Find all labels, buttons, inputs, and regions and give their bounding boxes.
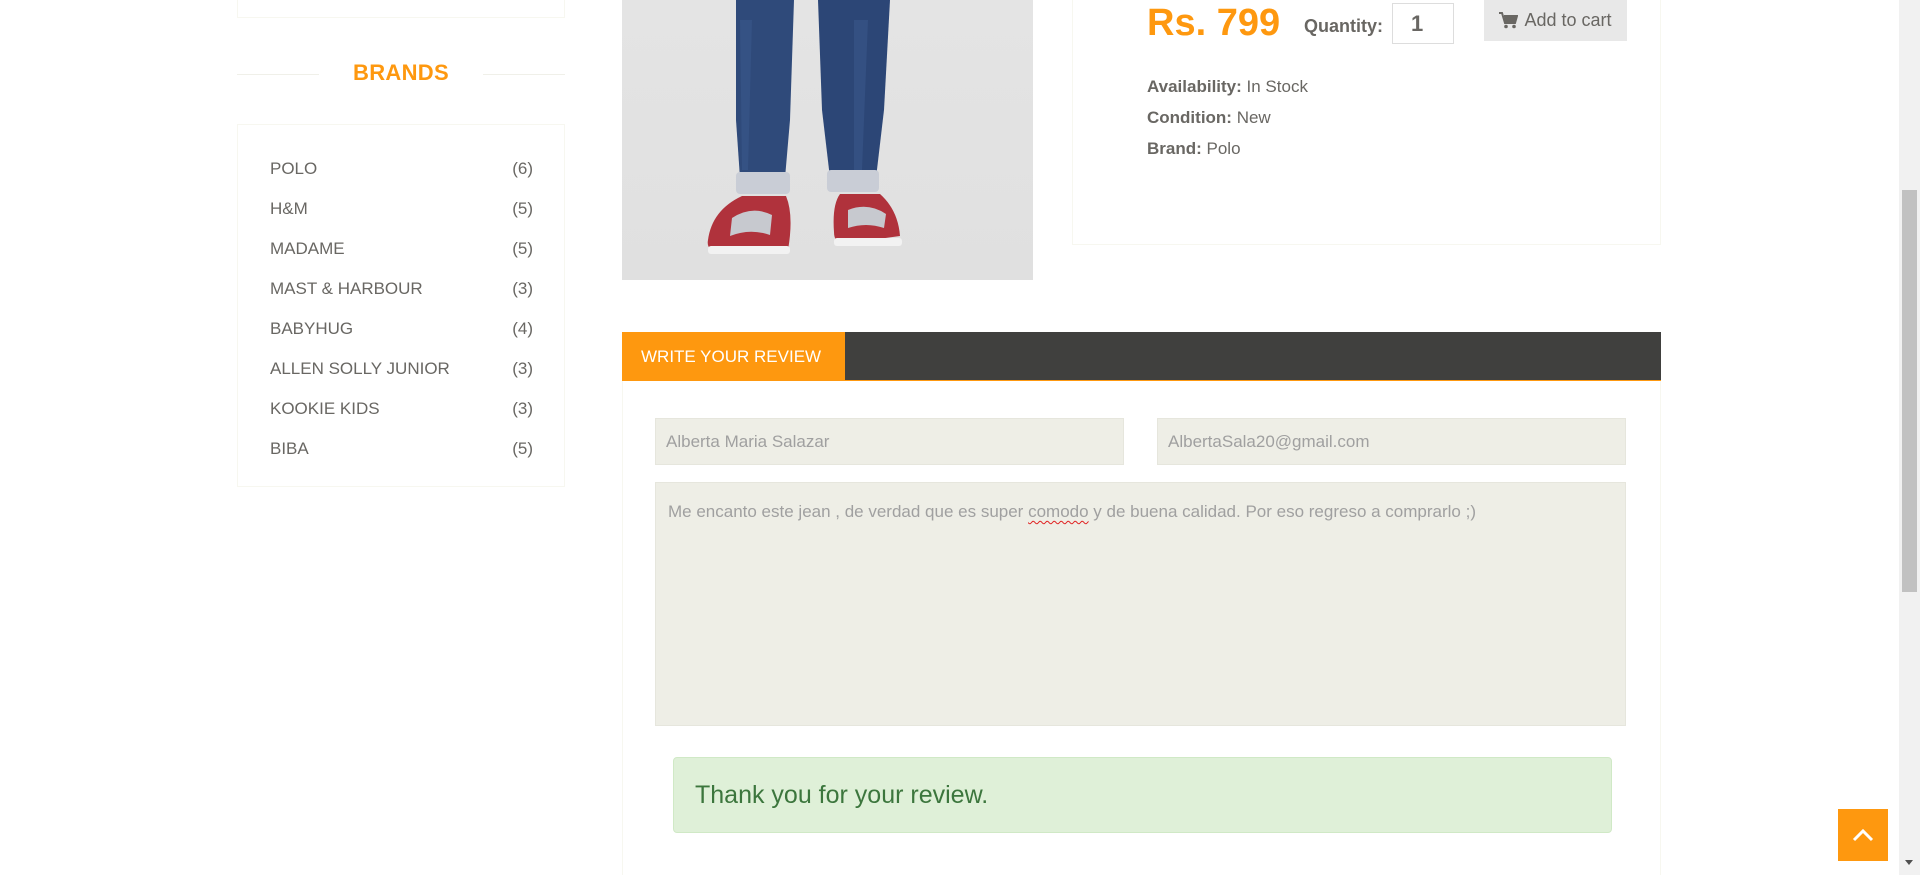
brand-item-hm[interactable]: H&M (5) (270, 189, 533, 229)
brand-item-babyhug[interactable]: BABYHUG (4) (270, 309, 533, 349)
category-panel-bottom (237, 0, 565, 18)
success-alert: Thank you for your review. (673, 757, 1612, 833)
brands-title: BRANDS (353, 60, 449, 85)
brand-item-madame[interactable]: MADAME (5) (270, 229, 533, 269)
brand-item-polo[interactable]: POLO (6) (270, 149, 533, 189)
name-input[interactable]: Alberta Maria Salazar (655, 418, 1124, 465)
scroll-to-top-button[interactable] (1838, 809, 1888, 861)
brand-item-allen-solly-junior[interactable]: ALLEN SOLLY JUNIOR (3) (270, 349, 533, 389)
brands-heading: BRANDS (237, 58, 565, 88)
brands-panel: POLO (6) H&M (5) MADAME (5) MAST & HARBOUR (… (237, 124, 565, 487)
condition-label: Condition: (1147, 108, 1232, 127)
review-tab-bar: WRITE YOUR REVIEW (622, 332, 1661, 381)
availability-row: Availability: In Stock (1147, 77, 1308, 97)
review-form: Alberta Maria Salazar AlbertaSala20@gmai… (622, 381, 1661, 875)
brand-name[interactable]: MAST & HARBOUR (270, 279, 423, 299)
product-info-panel: Rs. 799 Quantity: Add to cart Availabili… (1072, 0, 1661, 245)
brand-name[interactable]: BIBA (270, 439, 309, 459)
add-to-cart-label: Add to cart (1524, 10, 1612, 30)
brand-name[interactable]: H&M (270, 199, 308, 219)
review-text-end: y de buena calidad. Por eso regreso a co… (1088, 502, 1476, 521)
product-photo-jeans (707, 0, 902, 254)
condition-value: New (1236, 108, 1271, 127)
brand-row: Brand: Polo (1147, 139, 1241, 159)
brand-item-mast-harbour[interactable]: MAST & HARBOUR (3) (270, 269, 533, 309)
scroll-down-arrow-icon[interactable] (1905, 860, 1913, 865)
brand-count: (3) (512, 399, 533, 418)
brands-list: POLO (6) H&M (5) MADAME (5) MAST & HARBOUR (… (238, 125, 564, 469)
quantity-label: Quantity: (1304, 16, 1383, 36)
availability-label: Availability: (1147, 77, 1242, 96)
brand-item-biba[interactable]: BIBA (5) (270, 429, 533, 469)
misspelled-word: comodo (1028, 502, 1089, 521)
product-image (622, 0, 1033, 280)
tab-write-review[interactable]: WRITE YOUR REVIEW (622, 332, 845, 381)
brand-count: (3) (512, 279, 533, 298)
brand-count: (6) (512, 159, 533, 178)
scrollbar-thumb[interactable] (1902, 190, 1917, 592)
chevron-up-icon (1852, 828, 1874, 842)
brand-count: (5) (512, 199, 533, 218)
brand-label: Brand: (1147, 139, 1202, 158)
heading-divider-right (483, 74, 565, 75)
page-scrollbar[interactable] (1899, 0, 1920, 875)
brand-item-kookie-kids[interactable]: KOOKIE KIDS (3) (270, 389, 533, 429)
brand-name[interactable]: BABYHUG (270, 319, 353, 339)
shopping-cart-icon (1499, 12, 1519, 29)
heading-divider-left (237, 74, 319, 75)
product-price: Rs. 799 (1147, 2, 1281, 44)
brand-count: (4) (512, 319, 533, 338)
quantity-input[interactable] (1392, 3, 1454, 44)
brand-count: (5) (512, 439, 533, 458)
availability-value: In Stock (1246, 77, 1308, 96)
review-text-start: Me encanto este jean , de verdad que es … (668, 502, 1029, 521)
brand-name[interactable]: KOOKIE KIDS (270, 399, 380, 419)
review-textarea[interactable]: Me encanto este jean , de verdad que es … (655, 482, 1626, 726)
email-input[interactable]: AlbertaSala20@gmail.com (1157, 418, 1626, 465)
add-to-cart-button[interactable]: Add to cart (1484, 0, 1627, 41)
brand-count: (5) (512, 239, 533, 258)
brand-name[interactable]: ALLEN SOLLY JUNIOR (270, 359, 450, 379)
brand-name[interactable]: POLO (270, 159, 317, 179)
brand-name[interactable]: MADAME (270, 239, 345, 259)
condition-row: Condition: New (1147, 108, 1271, 128)
brand-value: Polo (1206, 139, 1241, 158)
brand-count: (3) (512, 359, 533, 378)
